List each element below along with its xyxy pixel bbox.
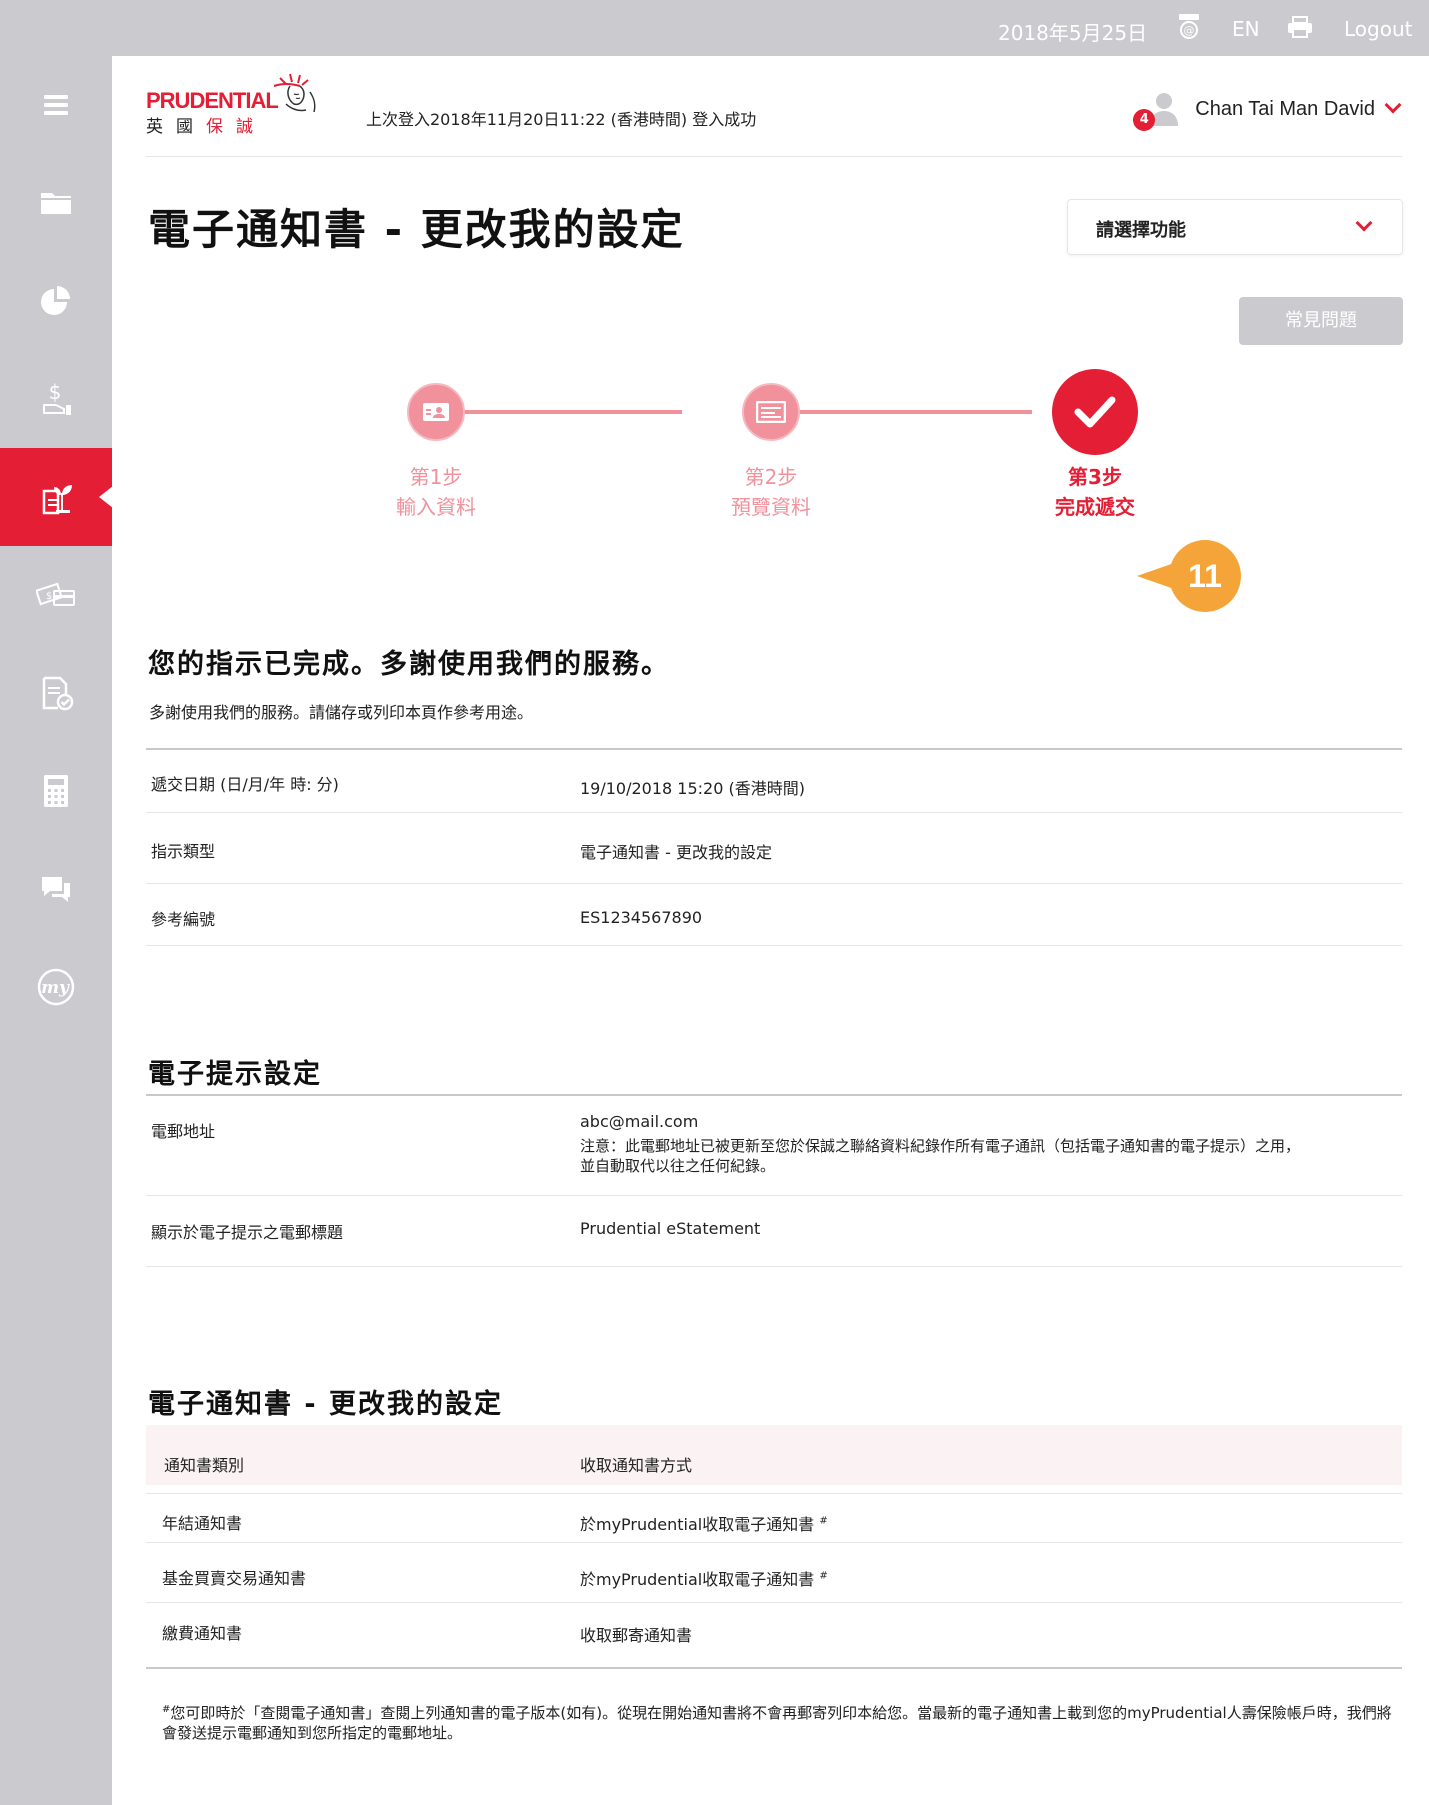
svg-text:my: my <box>41 978 70 998</box>
svg-text:$: $ <box>46 591 52 602</box>
sidebar-item-calculator[interactable] <box>0 742 112 840</box>
email-value: abc@mail.com <box>580 1112 699 1131</box>
divider <box>146 812 1402 813</box>
my-logo-icon: my <box>37 968 75 1006</box>
main-panel: PRUDENTIAL 英國保誠 上次登入2018年11月20日11:22 (香港… <box>112 56 1429 1805</box>
instruction-type-label: 指示類型 <box>151 842 216 861</box>
menu-icon <box>44 95 68 115</box>
email-subject-label: 顯示於電子提示之電郵標題 <box>151 1223 344 1242</box>
preferences-table-header <box>146 1425 1402 1485</box>
reference-number-label: 參考編號 <box>151 910 216 929</box>
last-login-text: 上次登入2018年11月20日11:22 (香港時間) 登入成功 <box>366 110 757 129</box>
divider <box>146 1667 1402 1669</box>
prudential-logo[interactable]: PRUDENTIAL 英國保誠 <box>146 73 324 137</box>
chat-icon <box>42 877 70 902</box>
notice-type-premium: 繳費通知書 <box>162 1624 243 1643</box>
step-2-label: 第2步 預覽資料 <box>731 465 811 519</box>
delivery-method-annual: 於myPrudential收取電子通知書 # <box>580 1515 828 1534</box>
pie-chart-icon <box>41 286 70 315</box>
email-label: 電郵地址 <box>151 1122 216 1141</box>
user-menu[interactable]: 4 Chan Tai Man David <box>1133 92 1402 131</box>
divider <box>146 1195 1402 1196</box>
user-name: Chan Tai Man David <box>1195 97 1375 120</box>
lady-prudence-icon <box>273 73 316 113</box>
preview-screen-icon <box>756 401 786 423</box>
col-delivery-method: 收取通知書方式 <box>580 1456 693 1475</box>
cash-card-icon: $ <box>36 582 75 606</box>
footnote: #您可即時於「查閱電子通知書」查閱上列通知書的電子版本(如有)。從現在開始通知書… <box>162 1704 1392 1742</box>
divider <box>146 883 1402 884</box>
language-switch[interactable]: EN <box>1232 17 1260 41</box>
step-connector-1 <box>438 410 682 414</box>
notice-type-annual: 年結通知書 <box>162 1514 243 1533</box>
sidebar-item-claims[interactable] <box>0 644 112 742</box>
svg-text:@: @ <box>1184 24 1195 37</box>
divider <box>146 1542 1402 1543</box>
step-1-label: 第1步 輸入資料 <box>396 465 476 519</box>
completion-subtext: 多謝使用我們的服務。請儲存或列印本頁作參考用途。 <box>149 703 534 722</box>
document-check-icon <box>42 676 74 711</box>
callout-number: 11 <box>1169 540 1241 612</box>
email-note: 注意：此電郵地址已被更新至您於保誠之聯絡資料紀錄作所有電子通訊（包括電子通知書的… <box>580 1137 1301 1175</box>
step-3-circle <box>1052 369 1138 455</box>
divider <box>146 1094 1402 1096</box>
current-date: 2018年5月25日 <box>998 21 1148 45</box>
sidebar-item-cash-card[interactable]: $ <box>0 546 112 644</box>
print-icon[interactable] <box>1287 16 1313 43</box>
reference-number-value: ES1234567890 <box>580 908 703 927</box>
divider <box>146 1493 1402 1494</box>
completion-heading: 您的指示已完成。多謝使用我們的服務。 <box>148 649 670 680</box>
sidebar-item-portfolio[interactable] <box>0 252 112 350</box>
chevron-down-icon <box>1355 214 1373 232</box>
notification-badge[interactable]: 4 <box>1133 109 1156 131</box>
sidebar-item-myprudential[interactable]: my <box>0 938 112 1036</box>
submit-date-label: 遞交日期 (日/月/年 時: 分) <box>151 775 339 794</box>
page-title: 電子通知書 - 更改我的設定 <box>148 205 685 254</box>
notice-type-fund: 基金買賣交易通知書 <box>162 1569 307 1588</box>
delivery-method-fund: 於myPrudential收取電子通知書 # <box>580 1570 828 1589</box>
sidebar-item-messages[interactable] <box>0 840 112 938</box>
folder-icon <box>41 193 71 214</box>
calculator-icon <box>44 775 68 807</box>
preferences-heading: 電子通知書 - 更改我的設定 <box>148 1389 504 1420</box>
step-3-label: 第3步 完成遞交 <box>1055 465 1135 519</box>
logout-link[interactable]: Logout <box>1344 17 1412 41</box>
logo-wordmark: PRUDENTIAL <box>146 88 279 113</box>
submit-date-value: 19/10/2018 15:20 (香港時間) <box>580 779 805 798</box>
id-card-icon <box>423 403 449 421</box>
divider <box>146 1602 1402 1603</box>
checkmark-icon <box>1074 396 1116 428</box>
annotation-callout: 11 <box>1137 540 1241 612</box>
email-alert-icon[interactable]: @ <box>1176 13 1202 46</box>
alert-settings-heading: 電子提示設定 <box>148 1059 322 1090</box>
divider <box>146 945 1402 946</box>
sidebar-item-payments[interactable]: $ <box>0 350 112 448</box>
logo-chinese: 英國保誠 <box>146 117 266 137</box>
dollar-hand-icon: $ <box>43 380 71 415</box>
svg-text:$: $ <box>49 380 62 404</box>
estatement-plant-icon <box>42 485 72 515</box>
delivery-method-premium: 收取郵寄通知書 <box>580 1626 693 1645</box>
function-select[interactable]: 請選擇功能 <box>1067 199 1403 255</box>
instruction-type-value: 電子通知書 - 更改我的設定 <box>580 843 772 862</box>
col-notice-type: 通知書類別 <box>164 1456 245 1475</box>
step-1-circle <box>407 383 465 441</box>
step-connector-2 <box>772 410 1032 414</box>
sidebar-item-estatement[interactable] <box>0 448 113 546</box>
email-subject-value: Prudential eStatement <box>580 1219 761 1238</box>
header-divider <box>146 156 1402 157</box>
chevron-down-icon <box>1384 96 1402 114</box>
faq-button[interactable]: 常見問題 <box>1239 297 1403 345</box>
sidebar: $ $ my <box>0 56 113 1805</box>
sidebar-item-menu[interactable] <box>0 56 112 154</box>
divider <box>146 748 1402 750</box>
divider <box>146 1266 1402 1267</box>
avatar: 4 <box>1133 92 1179 131</box>
function-select-value: 請選擇功能 <box>1096 220 1186 241</box>
top-bar: 2018年5月25日 @ EN Logout <box>0 0 1429 56</box>
sidebar-item-documents[interactable] <box>0 154 112 252</box>
step-2-circle <box>742 383 800 441</box>
